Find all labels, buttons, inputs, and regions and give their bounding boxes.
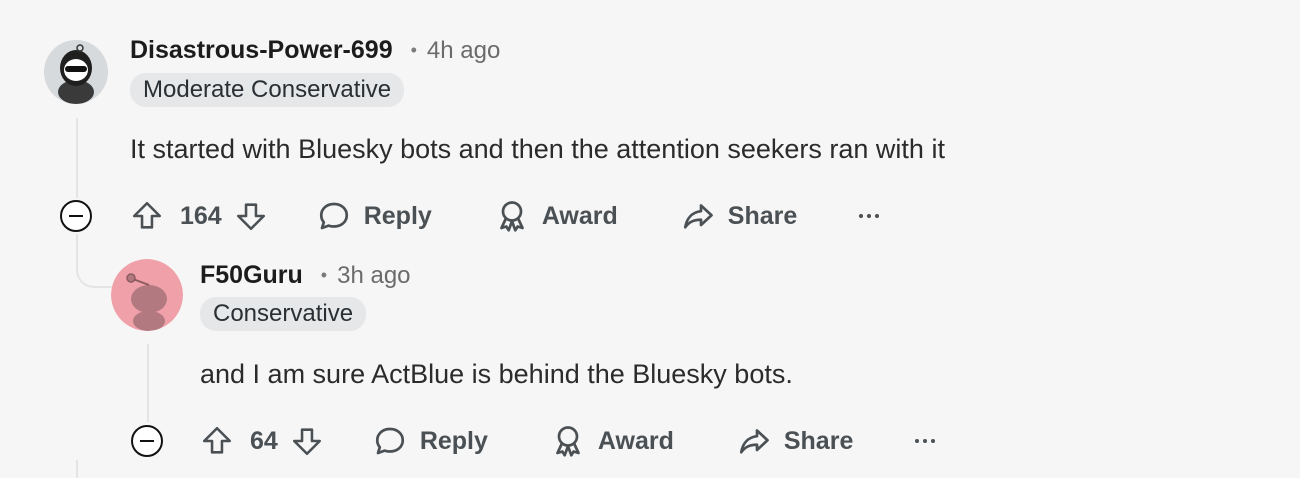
share-icon bbox=[683, 204, 713, 229]
share-label: Share bbox=[727, 201, 798, 230]
upvote-icon bbox=[132, 201, 162, 229]
downvote-button[interactable] bbox=[234, 199, 268, 233]
upvote-icon bbox=[202, 426, 232, 454]
downvote-icon bbox=[236, 203, 265, 231]
minus-icon bbox=[69, 215, 83, 217]
user-flair: Moderate Conservative bbox=[130, 73, 405, 107]
upvote-button[interactable] bbox=[200, 424, 234, 458]
award-button[interactable]: Award bbox=[494, 198, 618, 234]
thread-line bbox=[76, 118, 78, 198]
comment-actions: 64 Reply Award Share bbox=[200, 419, 936, 463]
share-button[interactable]: Share bbox=[680, 198, 797, 234]
share-icon bbox=[739, 429, 769, 454]
avatar[interactable] bbox=[111, 259, 183, 331]
separator: • bbox=[410, 40, 417, 60]
reply-label: Reply bbox=[419, 426, 488, 455]
collapse-button[interactable] bbox=[131, 425, 163, 457]
collapse-button[interactable] bbox=[60, 200, 92, 232]
minus-icon bbox=[140, 440, 154, 442]
upvote-button[interactable] bbox=[130, 199, 164, 233]
username[interactable]: Disastrous-Power-699 bbox=[130, 36, 393, 65]
more-options-button[interactable] bbox=[915, 439, 936, 443]
timestamp[interactable]: 4h ago bbox=[427, 37, 500, 65]
comment-meta: Disastrous-Power-699 • 4h ago bbox=[130, 36, 500, 65]
comment-body: It started with Bluesky bots and then th… bbox=[130, 134, 945, 164]
award-icon bbox=[556, 426, 580, 457]
thread-elbow bbox=[76, 234, 116, 288]
comment-body: and I am sure ActBlue is behind the Blue… bbox=[200, 359, 793, 389]
comment-meta: F50Guru • 3h ago bbox=[200, 261, 411, 290]
award-icon bbox=[499, 201, 524, 232]
timestamp[interactable]: 3h ago bbox=[337, 262, 410, 290]
separator: • bbox=[320, 265, 328, 285]
share-label: Share bbox=[783, 426, 854, 455]
avatar[interactable] bbox=[44, 40, 108, 104]
comment-bubble-icon bbox=[375, 427, 404, 455]
award-button[interactable]: Award bbox=[550, 423, 674, 459]
comment-bubble-icon bbox=[319, 202, 348, 230]
reply-label: Reply bbox=[363, 201, 432, 230]
award-label: Award bbox=[597, 426, 674, 455]
reply-button[interactable]: Reply bbox=[372, 423, 488, 459]
user-flair: Conservative bbox=[200, 297, 367, 331]
more-dots-icon bbox=[859, 214, 864, 218]
thread-line-reply-bottom bbox=[76, 460, 78, 478]
score: 64 bbox=[250, 426, 278, 455]
reply-button[interactable]: Reply bbox=[316, 198, 432, 234]
thread-line-reply bbox=[147, 344, 149, 422]
downvote-icon bbox=[292, 428, 321, 456]
more-dots-icon bbox=[915, 439, 920, 443]
comment-actions: 164 Reply Award Share bbox=[130, 194, 880, 238]
score: 164 bbox=[180, 201, 222, 230]
more-options-button[interactable] bbox=[859, 214, 880, 218]
award-label: Award bbox=[541, 201, 618, 230]
downvote-button[interactable] bbox=[290, 424, 324, 458]
share-button[interactable]: Share bbox=[736, 423, 853, 459]
username[interactable]: F50Guru bbox=[200, 261, 303, 290]
